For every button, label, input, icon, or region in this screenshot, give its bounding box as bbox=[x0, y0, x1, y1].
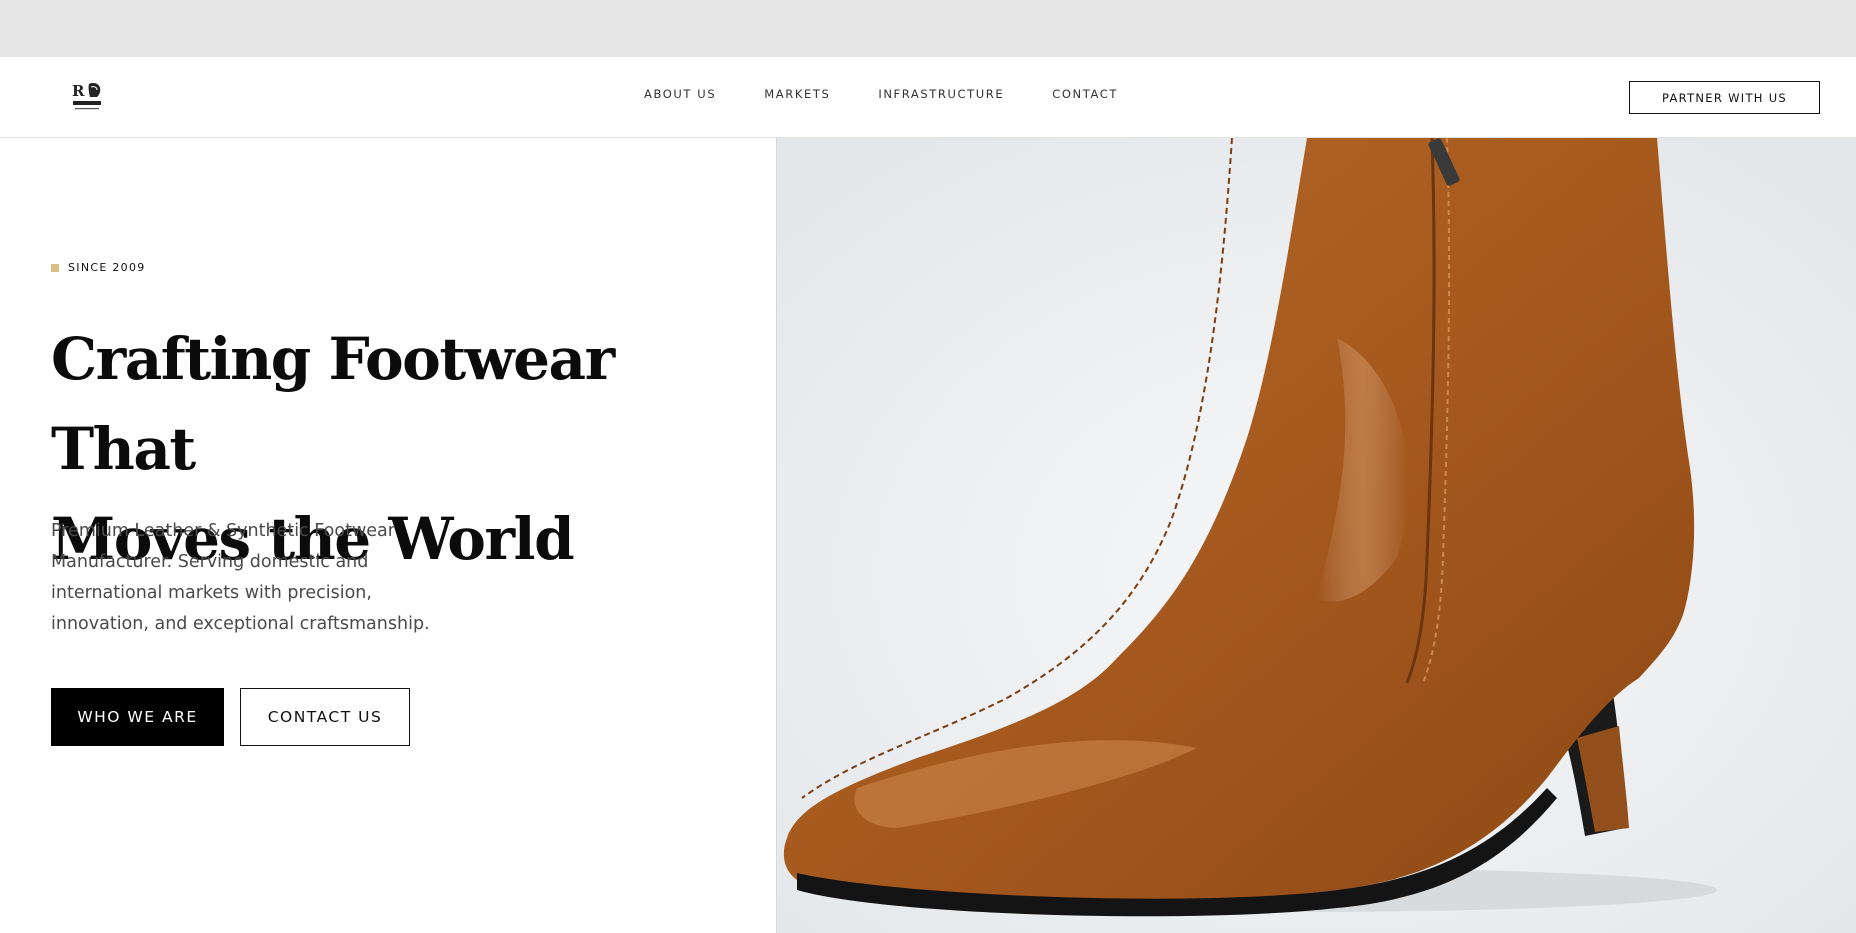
main-nav: ABOUT US MARKETS INFRASTRUCTURE CONTACT bbox=[644, 87, 1166, 101]
hero-subtitle: Premium Leather & Synthetic Footwear Man… bbox=[51, 521, 430, 634]
boot-illustration bbox=[777, 138, 1856, 933]
accent-square-icon bbox=[51, 263, 59, 272]
headline-line-1: Crafting Footwear That bbox=[51, 325, 615, 483]
site-header: R ABOUT US MARKETS INFRASTRUCTURE CONTAC… bbox=[0, 57, 1856, 138]
eyebrow-text: SINCE 2009 bbox=[68, 261, 146, 274]
partner-with-us-button[interactable]: PARTNER WITH US bbox=[1629, 81, 1820, 114]
nav-about-us[interactable]: ABOUT US bbox=[644, 87, 716, 101]
boot-logo-icon[interactable]: R bbox=[70, 79, 106, 115]
browser-top-band bbox=[0, 0, 1856, 57]
nav-contact[interactable]: CONTACT bbox=[1052, 87, 1118, 101]
hero-text-panel: SINCE 2009 Crafting Footwear That Moves … bbox=[0, 138, 776, 933]
nav-markets[interactable]: MARKETS bbox=[764, 87, 830, 101]
since-eyebrow: SINCE 2009 bbox=[51, 261, 146, 274]
hero-boot-image bbox=[776, 138, 1856, 933]
nav-infrastructure[interactable]: INFRASTRUCTURE bbox=[878, 87, 1004, 101]
who-we-are-button[interactable]: WHO WE ARE bbox=[51, 688, 224, 746]
contact-us-button[interactable]: CONTACT US bbox=[240, 688, 410, 746]
svg-text:R: R bbox=[72, 82, 85, 100]
